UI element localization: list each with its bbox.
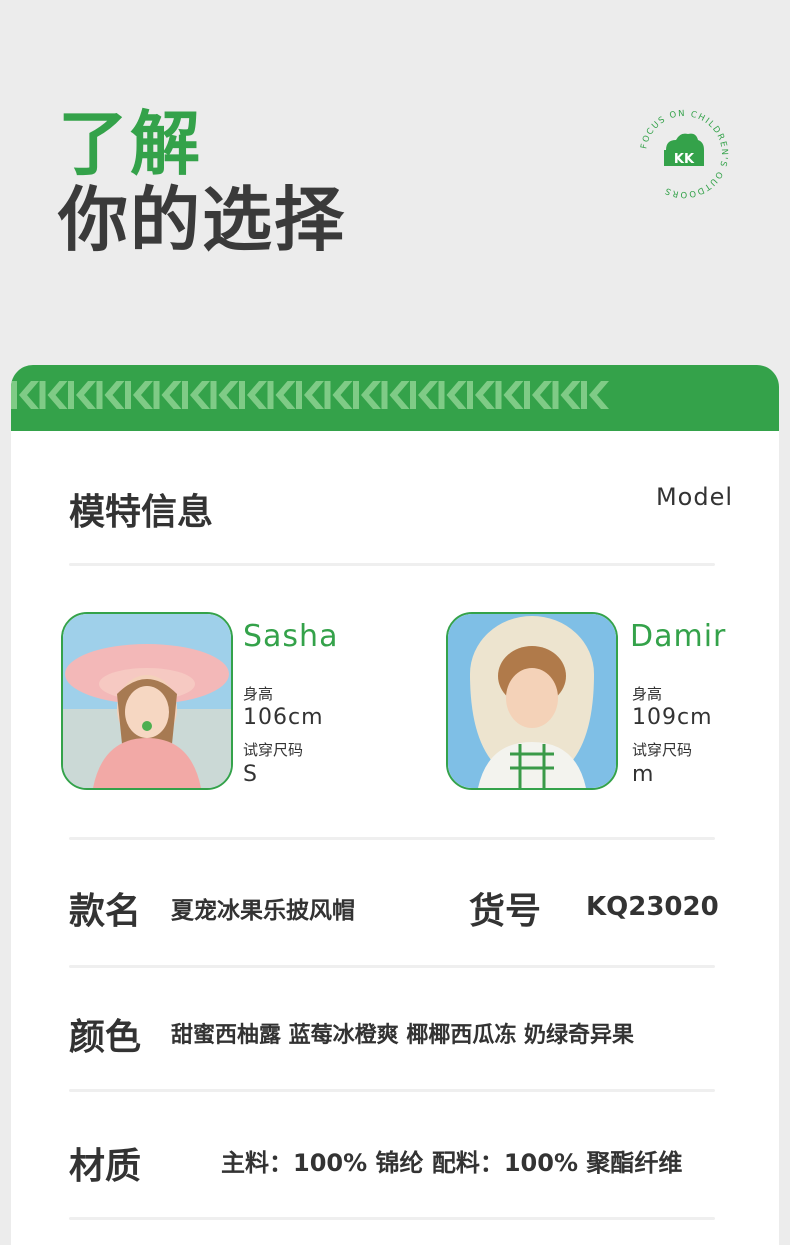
kk-chevron — [267, 381, 296, 409]
height-label: 身高 — [632, 685, 663, 703]
kk-chevron — [239, 381, 267, 409]
size-label: 试穿尺码 — [243, 741, 304, 759]
hero-title-line1: 了解 — [58, 103, 202, 185]
material-label: 材质 — [69, 1146, 142, 1187]
product-name-value: 夏宠冰果乐披风帽 — [171, 898, 355, 924]
product-name-label: 款名 — [69, 891, 142, 932]
height-label: 身高 — [243, 685, 274, 703]
size-value: S — [243, 762, 258, 787]
kk-chevron — [39, 381, 68, 409]
kk-chevron — [524, 381, 552, 409]
kk-chevron — [68, 381, 96, 409]
divider — [69, 965, 715, 968]
product-info-card: 模特信息 Model Sasha 身高 106cm 试穿尺码 S Damir 身… — [11, 365, 779, 1245]
kk-chevron — [96, 381, 125, 409]
kk-chevron — [410, 381, 438, 409]
kk-chevron — [353, 381, 381, 409]
kk-chevron — [210, 381, 239, 409]
material-value: 主料：100% 锦纶 配料：100% 聚酯纤维 — [221, 1149, 683, 1177]
height-value: 109cm — [632, 705, 713, 730]
kk-chevron — [467, 381, 495, 409]
sku-label: 货号 — [469, 891, 542, 932]
model-name: Damir — [630, 619, 727, 654]
brand-logo: FOCUS ON CHILDREN'S OUTDOORS KK — [639, 109, 727, 199]
logo-mark: KK — [674, 152, 695, 167]
kk-chevron — [552, 381, 581, 409]
kk-chevron — [296, 381, 324, 409]
color-value: 甜蜜西柚露 蓝莓冰橙爽 椰椰西瓜冻 奶绿奇异果 — [171, 1023, 634, 1048]
kk-chevron — [125, 381, 153, 409]
model-section-title: 模特信息 — [69, 492, 214, 533]
divider — [69, 563, 715, 566]
kk-chevron — [11, 381, 39, 409]
kk-chevron — [324, 381, 353, 409]
model-photo-damir — [446, 612, 618, 790]
hero-title-line2: 你的选择 — [58, 179, 346, 261]
kk-pattern — [11, 381, 609, 409]
kk-chevron — [381, 381, 410, 409]
size-label: 试穿尺码 — [632, 741, 693, 759]
kk-chevron — [495, 381, 524, 409]
kk-chevron — [182, 381, 210, 409]
model-section-title-en: Model — [655, 483, 733, 511]
card-header-band — [11, 365, 779, 431]
kk-chevron — [438, 381, 467, 409]
color-label: 颜色 — [69, 1017, 142, 1058]
model-photo-sasha — [61, 612, 233, 790]
sku-value: KQ23020 — [586, 892, 719, 922]
model-name: Sasha — [243, 619, 339, 654]
divider — [69, 1217, 715, 1220]
height-value: 106cm — [243, 705, 324, 730]
kk-chevron — [581, 381, 609, 409]
divider — [69, 837, 715, 840]
size-value: m — [632, 762, 655, 787]
kk-chevron — [153, 381, 182, 409]
divider — [69, 1089, 715, 1092]
